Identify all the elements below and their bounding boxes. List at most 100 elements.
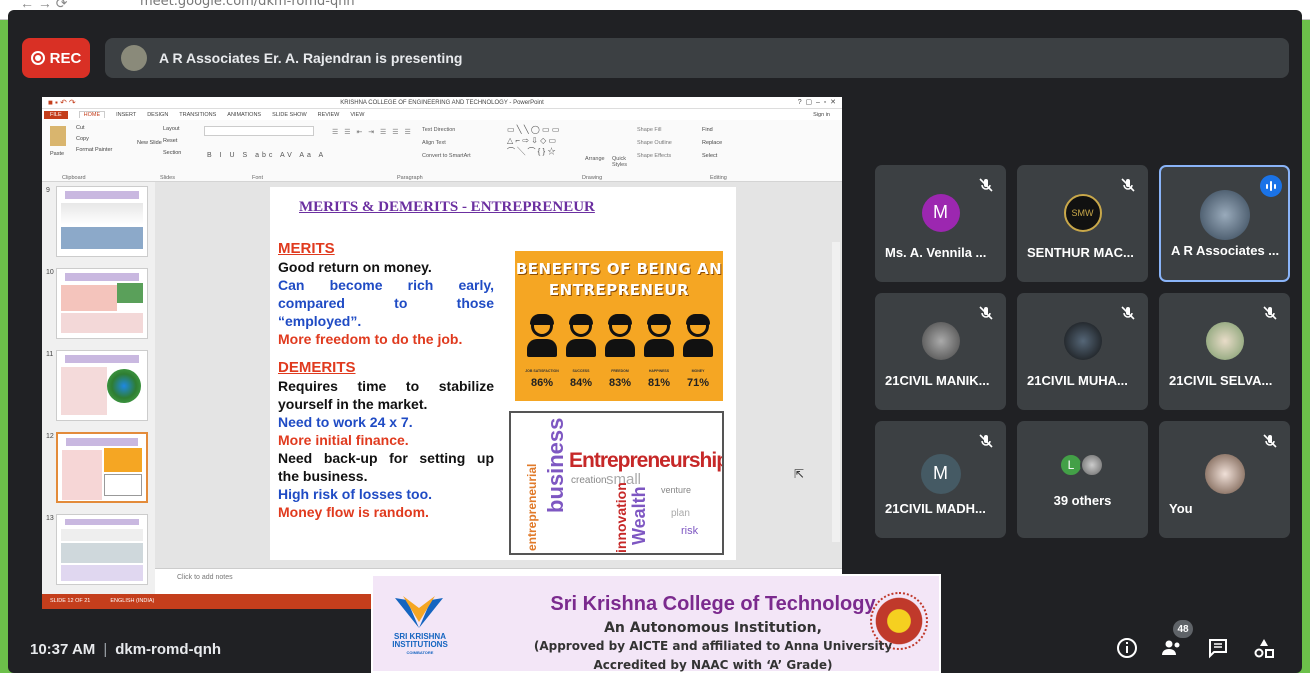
avatar bbox=[1080, 453, 1104, 477]
shape-fill-button[interactable]: Shape Fill bbox=[637, 124, 672, 137]
thumb-number: 12 bbox=[46, 433, 54, 440]
paragraph-icons[interactable]: ☰ ☰ ⇤ ⇥ ☰ ☰ ☰ bbox=[332, 128, 413, 136]
tab-slide-show[interactable]: SLIDE SHOW bbox=[272, 112, 307, 118]
convert-smartart-button[interactable]: Convert to SmartArt bbox=[422, 150, 471, 163]
others-count: 39 others bbox=[1053, 493, 1112, 508]
paste-button[interactable]: Paste bbox=[50, 150, 64, 158]
tab-file[interactable]: FILE bbox=[44, 110, 68, 119]
participant-tile[interactable]: SMW SENTHUR MAC... bbox=[1017, 165, 1148, 282]
wordcloud-word: risk bbox=[681, 525, 699, 537]
participant-name: 21CIVIL MANIK... bbox=[885, 373, 990, 388]
participant-tile[interactable]: 21CIVIL MUHA... bbox=[1017, 293, 1148, 410]
avatar: M bbox=[921, 193, 960, 232]
shapes-gallery[interactable]: ▭ ╲ ╲ ◯ ▭ ▭ △ ⌐ ⇨ ⇩ ◇ ▭ ⌒ ╲ ⌒ { } ☆ bbox=[507, 124, 559, 157]
scrollbar[interactable] bbox=[832, 242, 840, 542]
participant-tile[interactable]: 21CIVIL SELVA... bbox=[1159, 293, 1290, 410]
shared-screen: ■ ▪ ↶ ↷ KRISHNA COLLEGE OF ENGINEERING A… bbox=[42, 97, 842, 609]
shape-outline-button[interactable]: Shape Outline bbox=[637, 137, 672, 150]
chat-icon[interactable] bbox=[1206, 636, 1230, 660]
font-format-icons[interactable]: B I U S abc AV Aa A bbox=[207, 152, 326, 159]
recording-badge[interactable]: REC bbox=[22, 38, 90, 78]
merit-line: Can become rich early, compared to those bbox=[278, 277, 494, 311]
thumb-number: 10 bbox=[46, 269, 54, 276]
slide-thumbnails[interactable]: 9 10 11 12 13 bbox=[42, 182, 155, 594]
cut-button[interactable]: Cut bbox=[76, 124, 85, 132]
shape-effects-button[interactable]: Shape Effects bbox=[637, 150, 672, 163]
slide-thumbnail-selected[interactable] bbox=[56, 432, 148, 503]
person-icon bbox=[644, 314, 674, 359]
banner-line: Accredited by NAAC with ‘A’ Grade) bbox=[593, 658, 833, 672]
wordcloud-word: innovation bbox=[613, 482, 629, 553]
speaking-indicator-icon bbox=[1260, 175, 1282, 197]
section-button[interactable]: Section bbox=[163, 148, 181, 158]
participant-name: SENTHUR MAC... bbox=[1027, 245, 1134, 260]
participant-name: A R Associates ... bbox=[1171, 243, 1280, 258]
slide-canvas[interactable]: MERITS & DEMERITS - ENTREPRENEUR MERITS … bbox=[270, 187, 736, 560]
format-painter-button[interactable]: Format Painter bbox=[76, 146, 112, 154]
record-icon bbox=[30, 51, 45, 65]
wordcloud-word: plan bbox=[671, 508, 690, 519]
participant-tile[interactable]: M Ms. A. Vennila ... bbox=[875, 165, 1006, 282]
tab-transitions[interactable]: TRANSITIONS bbox=[179, 112, 216, 118]
thumb-number: 9 bbox=[46, 187, 50, 194]
participant-name: 21CIVIL MADH... bbox=[885, 501, 986, 516]
tab-home[interactable]: HOME bbox=[78, 111, 106, 118]
participant-tile[interactable]: 21CIVIL MANIK... bbox=[875, 293, 1006, 410]
copy-button[interactable]: Copy bbox=[76, 135, 89, 143]
window-controls-icon[interactable]: ? ▢ – ▫ ✕ bbox=[798, 97, 836, 109]
arrange-button[interactable]: Arrange bbox=[585, 156, 605, 162]
slide-thumbnail[interactable] bbox=[56, 268, 148, 339]
tab-insert[interactable]: INSERT bbox=[116, 112, 136, 118]
replace-button[interactable]: Replace bbox=[702, 137, 722, 150]
slide-title: MERITS & DEMERITS - ENTREPRENEUR bbox=[299, 199, 595, 215]
text-direction-button[interactable]: Text Direction bbox=[422, 124, 471, 137]
participant-tile-speaking[interactable]: A R Associates ... bbox=[1159, 165, 1290, 282]
participant-tile[interactable]: M 21CIVIL MADH... bbox=[875, 421, 1006, 538]
benefit-percent: 83% bbox=[608, 377, 632, 389]
person-icon bbox=[527, 314, 557, 359]
benefits-image: BENEFITS OF BEING AN ENTREPRENEUR JOB SA… bbox=[515, 251, 723, 401]
paste-icon[interactable] bbox=[50, 126, 66, 146]
shape-tools: Shape Fill Shape Outline Shape Effects bbox=[637, 124, 672, 163]
clock-time: 10:37 AM bbox=[30, 641, 96, 658]
find-button[interactable]: Find bbox=[702, 124, 722, 137]
people-icon[interactable] bbox=[1160, 636, 1184, 660]
demerit-line: Requires time to stabilize bbox=[278, 378, 494, 394]
tab-view[interactable]: VIEW bbox=[350, 112, 364, 118]
demerit-line: Money flow is random. bbox=[278, 504, 429, 520]
separator: | bbox=[103, 641, 108, 658]
info-icon[interactable] bbox=[1115, 636, 1139, 660]
quick-styles-button[interactable]: Quick Styles bbox=[612, 156, 634, 168]
presenter-bar: A R Associates Er. A. Rajendran is prese… bbox=[105, 38, 1289, 78]
sign-in-link[interactable]: Sign in bbox=[813, 112, 830, 118]
slide-thumbnail[interactable] bbox=[56, 186, 148, 257]
benefits-title-line: ENTREPRENEUR bbox=[548, 281, 690, 299]
rec-label: REC bbox=[49, 49, 82, 67]
benefit-label: SUCCESS bbox=[572, 369, 590, 373]
slide-thumbnail[interactable] bbox=[56, 514, 148, 585]
layout-button[interactable]: Layout bbox=[163, 124, 180, 134]
reset-button[interactable]: Reset bbox=[163, 136, 177, 146]
editing-tools: Find Replace Select bbox=[702, 124, 722, 163]
url-text: meet.google.com/dkm-romd-qnh bbox=[140, 0, 355, 9]
slide-thumbnail[interactable] bbox=[56, 350, 148, 421]
mic-off-icon bbox=[979, 434, 993, 448]
align-text-button[interactable]: Align Text bbox=[422, 137, 471, 150]
participant-tile-self[interactable]: You bbox=[1159, 421, 1290, 538]
merits-heading: MERITS bbox=[278, 240, 335, 257]
status-slide-number: SLIDE 12 OF 21 bbox=[50, 598, 91, 604]
group-drawing: Drawing bbox=[582, 175, 603, 181]
participant-tile[interactable]: L 39 others bbox=[1017, 421, 1148, 538]
wordcloud-word: venture bbox=[661, 485, 692, 495]
text-tools: Text Direction Align Text Convert to Sma… bbox=[422, 124, 471, 163]
tab-review[interactable]: REVIEW bbox=[318, 112, 340, 118]
group-slides: Slides bbox=[160, 175, 175, 181]
cursor-icon: ⇱ bbox=[794, 467, 805, 481]
people-count-badge: 48 bbox=[1173, 620, 1193, 638]
font-family-select[interactable] bbox=[204, 126, 314, 136]
thumb-number: 13 bbox=[46, 515, 54, 522]
select-button[interactable]: Select bbox=[702, 150, 722, 163]
activities-icon[interactable] bbox=[1252, 636, 1276, 660]
tab-animations[interactable]: ANIMATIONS bbox=[227, 112, 261, 118]
tab-design[interactable]: DESIGN bbox=[147, 112, 168, 118]
